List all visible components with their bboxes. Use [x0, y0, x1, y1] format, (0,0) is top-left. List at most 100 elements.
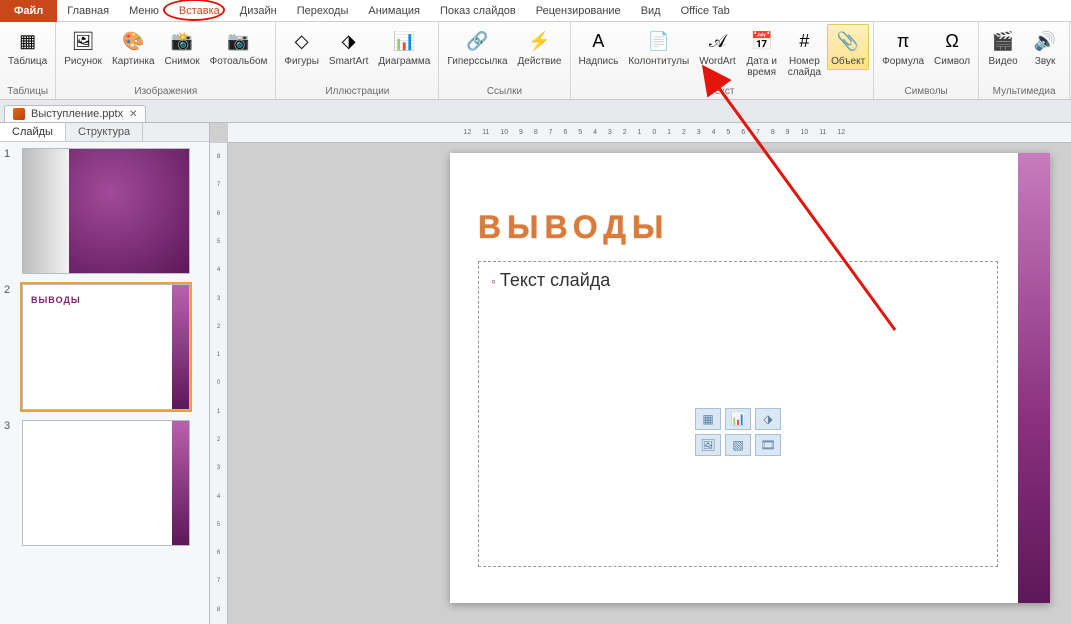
action-icon: ⚡ — [526, 27, 554, 55]
group-label: Изображения — [60, 85, 271, 99]
slidenum-button[interactable]: #Номер слайда — [784, 24, 825, 81]
tab-home[interactable]: Главная — [57, 2, 119, 20]
slide-theme-stripe — [1018, 153, 1050, 603]
clipart-button[interactable]: 🎨Картинка — [108, 24, 159, 70]
headerfooter-button[interactable]: 📄Колонтитулы — [624, 24, 693, 70]
chart-button[interactable]: 📊Диаграмма — [374, 24, 434, 70]
photoalbum-button[interactable]: 📷Фотоальбом — [206, 24, 272, 70]
action-button[interactable]: ⚡Действие — [514, 24, 566, 70]
thumbnail-slide-2[interactable]: ВЫВОДЫ — [22, 284, 190, 410]
placeholder-chart-icon[interactable]: 📊 — [725, 408, 751, 430]
photoalbum-label: Фотоальбом — [210, 56, 268, 67]
hyperlink-button[interactable]: 🔗Гиперссылка — [443, 24, 511, 70]
thumb-decor — [23, 149, 69, 273]
screenshot-icon: 📸 — [168, 27, 196, 55]
placeholder-picture-icon[interactable]: 🖼 — [695, 434, 721, 456]
headerfooter-label: Колонтитулы — [628, 56, 689, 67]
hyperlink-icon: 🔗 — [463, 27, 491, 55]
datetime-button[interactable]: 📅Дата и время — [742, 24, 782, 81]
wordart-button[interactable]: 𝒜WordArt — [695, 24, 740, 70]
picture-button[interactable]: 🖼Рисунок — [60, 24, 106, 70]
video-button[interactable]: 🎬Видео — [983, 24, 1023, 70]
chart-label: Диаграмма — [378, 56, 430, 67]
action-label: Действие — [518, 56, 562, 67]
symbol-button[interactable]: ΩСимвол — [930, 24, 974, 70]
thumbnail-row: 2 ВЫВОДЫ — [4, 284, 205, 410]
thumb-title: ВЫВОДЫ — [31, 295, 81, 305]
table-button[interactable]: ▦Таблица — [4, 24, 51, 70]
thumb-decor — [172, 285, 189, 409]
group-label: Текст — [575, 85, 870, 99]
thumb-decor — [69, 149, 189, 273]
tab-officetab[interactable]: Office Tab — [671, 2, 740, 20]
tab-design[interactable]: Дизайн — [230, 2, 287, 20]
placeholder-smartart-icon[interactable]: ⬗ — [755, 408, 781, 430]
smartart-label: SmartArt — [329, 56, 368, 67]
slide-body-placeholder[interactable]: Текст слайда ▦ 📊 ⬗ 🖼 ▧ 🎞 — [478, 261, 998, 567]
hyperlink-label: Гиперссылка — [447, 56, 507, 67]
tab-view[interactable]: Вид — [631, 2, 671, 20]
document-tab[interactable]: Выступление.pptx ✕ — [4, 105, 146, 122]
shapes-button[interactable]: ◇Фигуры — [280, 24, 322, 70]
slide-title[interactable]: ВЫВОДЫ — [478, 209, 669, 246]
equation-icon: π — [889, 27, 917, 55]
ribbon-group-Мультимедиа: 🎬Видео🔊ЗвукМультимедиа — [979, 22, 1070, 99]
smartart-icon: ⬗ — [335, 27, 363, 55]
thumbnail-slide-1[interactable] — [22, 148, 190, 274]
ribbon-group-Иллюстрации: ◇Фигуры⬗SmartArt📊ДиаграммаИллюстрации — [276, 22, 439, 99]
screenshot-button[interactable]: 📸Снимок — [161, 24, 204, 70]
ribbon-group-Таблицы: ▦ТаблицаТаблицы — [0, 22, 56, 99]
ribbon-group-Ссылки: 🔗Гиперссылка⚡ДействиеСсылки — [439, 22, 570, 99]
clipart-label: Картинка — [112, 56, 155, 67]
tab-transitions[interactable]: Переходы — [287, 2, 359, 20]
textbox-button[interactable]: AНадпись — [575, 24, 623, 70]
equation-button[interactable]: πФормула — [878, 24, 928, 70]
editor-area: 1211109876543210123456789101112 87654321… — [210, 123, 1071, 624]
group-label: Иллюстрации — [280, 85, 434, 99]
slide-number: 3 — [4, 420, 16, 546]
placeholder-clipart-icon[interactable]: ▧ — [725, 434, 751, 456]
tab-menu[interactable]: Меню — [119, 2, 169, 20]
ribbon-group-Символы: πФормулаΩСимволСимволы — [874, 22, 979, 99]
tab-insert[interactable]: Вставка — [169, 2, 230, 20]
thumbnails: 1 2 ВЫВОДЫ 3 — [0, 142, 209, 624]
panel-tab-slides[interactable]: Слайды — [0, 123, 66, 141]
slide-number: 1 — [4, 148, 16, 274]
ribbon-group-Текст: AНадпись📄Колонтитулы𝒜WordArt📅Дата и врем… — [571, 22, 875, 99]
slide-body-text: Текст слайда — [491, 270, 985, 291]
equation-label: Формула — [882, 56, 924, 67]
thumb-decor — [172, 421, 189, 545]
smartart-button[interactable]: ⬗SmartArt — [325, 24, 372, 70]
thumbnail-row: 1 — [4, 148, 205, 274]
object-button[interactable]: 📎Объект — [827, 24, 869, 70]
slide-canvas[interactable]: ВЫВОДЫ Текст слайда ▦ 📊 ⬗ 🖼 ▧ 🎞 — [450, 153, 1050, 603]
powerpoint-icon — [13, 108, 25, 120]
close-icon[interactable]: ✕ — [129, 109, 137, 120]
placeholder-table-icon[interactable]: ▦ — [695, 408, 721, 430]
picture-label: Рисунок — [64, 56, 102, 67]
tab-review[interactable]: Рецензирование — [526, 2, 631, 20]
tab-insert-label: Вставка — [179, 5, 220, 17]
thumbnail-row: 3 — [4, 420, 205, 546]
slidenum-icon: # — [790, 27, 818, 55]
tab-slideshow[interactable]: Показ слайдов — [430, 2, 526, 20]
panel-tab-outline[interactable]: Структура — [66, 123, 143, 141]
file-tab[interactable]: Файл — [0, 0, 57, 22]
slidenum-label: Номер слайда — [788, 56, 821, 78]
thumbnail-slide-3[interactable] — [22, 420, 190, 546]
tab-animation[interactable]: Анимация — [358, 2, 430, 20]
shapes-icon: ◇ — [288, 27, 316, 55]
content-placeholder-icons: ▦ 📊 ⬗ 🖼 ▧ 🎞 — [695, 408, 781, 456]
photoalbum-icon: 📷 — [225, 27, 253, 55]
workspace: Слайды Структура 1 2 ВЫВОДЫ 3 — [0, 123, 1071, 624]
ribbon-group-Изображения: 🖼Рисунок🎨Картинка📸Снимок📷ФотоальбомИзобр… — [56, 22, 276, 99]
datetime-icon: 📅 — [748, 27, 776, 55]
document-tabs: Выступление.pptx ✕ — [0, 100, 1071, 123]
audio-button[interactable]: 🔊Звук — [1025, 24, 1065, 70]
object-icon: 📎 — [834, 27, 862, 55]
datetime-label: Дата и время — [746, 56, 777, 78]
placeholder-media-icon[interactable]: 🎞 — [755, 434, 781, 456]
textbox-label: Надпись — [579, 56, 619, 67]
screenshot-label: Снимок — [165, 56, 200, 67]
clipart-icon: 🎨 — [119, 27, 147, 55]
